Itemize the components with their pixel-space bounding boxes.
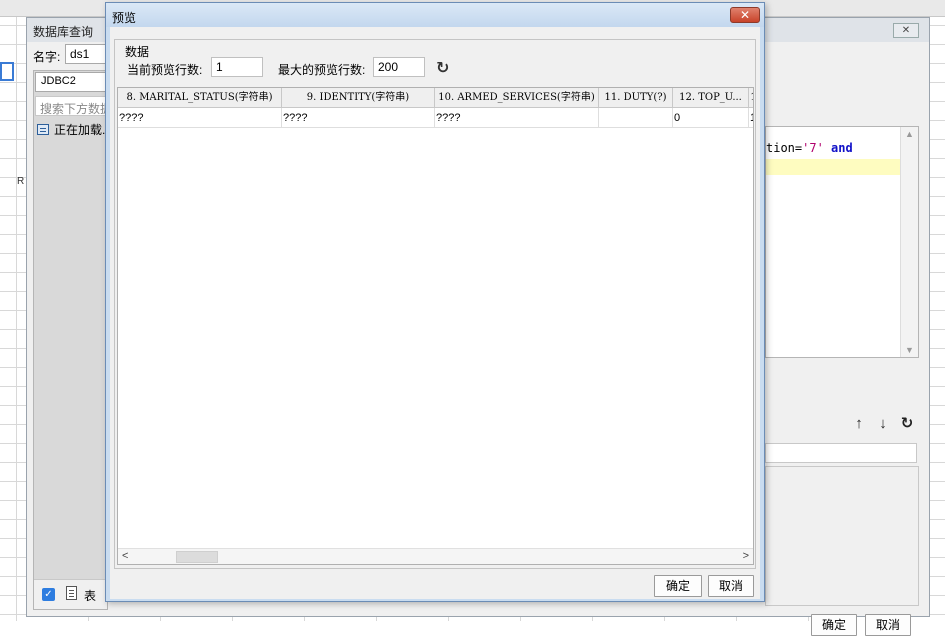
grid-header-row: 8. MARITAL_STATUS(字符串) 9. IDENTITY(字符串) … [118, 88, 753, 108]
db-ok-button[interactable]: 确定 [811, 614, 857, 636]
move-up-icon[interactable]: ↑ [847, 415, 871, 432]
column-header[interactable]: 8. MARITAL_STATUS(字符串) [118, 88, 282, 108]
column-header[interactable]: 9. IDENTITY(字符串) [282, 88, 435, 108]
table-cell[interactable]: 0 [673, 108, 749, 128]
database-query-close-button[interactable]: ✕ [893, 23, 919, 38]
table-cell[interactable] [599, 108, 673, 128]
parameter-table [765, 466, 919, 606]
sheet-stray-text: R [17, 176, 25, 187]
preview-ok-button[interactable]: 确定 [654, 575, 702, 597]
name-label: 名字: [33, 50, 61, 64]
scroll-down-icon[interactable]: ▼ [905, 345, 914, 355]
sql-current-line-highlight [766, 159, 900, 175]
table-list-icon [37, 124, 49, 135]
sql-text: tion= [766, 141, 803, 155]
refresh-icon[interactable]: ↻ [436, 58, 449, 78]
column-header[interactable]: 10. ARMED_SERVICES(字符串) [435, 88, 599, 108]
table-tree-panel: JDBC2 搜索下方数据 正在加载... ✓ 表 [33, 70, 108, 610]
preview-close-button[interactable]: ✕ [730, 7, 760, 23]
parameter-input[interactable] [765, 443, 917, 463]
refresh-parameters-icon[interactable]: ↻ [895, 414, 919, 432]
loading-item: 正在加载... [37, 121, 107, 138]
table-search-input[interactable]: 搜索下方数据 [35, 96, 107, 116]
table-filter-bar: ✓ 表 [34, 579, 107, 609]
scroll-right-icon[interactable]: > [743, 550, 749, 562]
column-header[interactable]: 11. DUTY(?) [599, 88, 673, 108]
sql-line: tion='7' and [766, 141, 853, 155]
scroll-left-icon[interactable]: < [122, 550, 128, 562]
scroll-up-icon[interactable]: ▲ [905, 129, 914, 139]
column-header[interactable]: 1 [749, 88, 753, 108]
table-cell[interactable]: ???? [435, 108, 599, 128]
column-header[interactable]: 12. TOP_U... [673, 88, 749, 108]
preview-cancel-button[interactable]: 取消 [708, 575, 754, 597]
sql-editor[interactable]: tion='7' and ▲ ▼ [765, 126, 919, 358]
table-row: ???? ???? ???? 0 1 [118, 108, 753, 128]
table-cell[interactable]: ???? [118, 108, 282, 128]
preview-title: 预览 [112, 11, 137, 25]
max-rows-label: 最大的预览行数: [278, 63, 366, 77]
preview-titlebar: 预览 ✕ [106, 3, 764, 27]
table-cell[interactable]: 1 [749, 108, 753, 128]
table-checkbox-label: 表 [84, 589, 97, 603]
sql-keyword: and [831, 141, 853, 155]
document-icon [66, 586, 77, 600]
database-query-title: 数据库查询 [33, 25, 94, 39]
scroll-thumb[interactable] [176, 551, 218, 563]
selected-cell[interactable] [0, 62, 14, 81]
current-rows-label: 当前预览行数: [127, 63, 203, 77]
parameter-toolbar: ↑ ↓ ↻ [847, 414, 919, 432]
move-down-icon[interactable]: ↓ [871, 415, 895, 432]
connection-select[interactable]: JDBC2 [35, 72, 107, 92]
preview-data-grid: 8. MARITAL_STATUS(字符串) 9. IDENTITY(字符串) … [117, 87, 754, 565]
current-rows-input[interactable]: 1 [211, 57, 263, 77]
preview-body: 数据 当前预览行数: 1 最大的预览行数: 200 ↻ 8. MARITAL_S… [110, 27, 760, 599]
db-cancel-button[interactable]: 取消 [865, 614, 911, 636]
max-rows-input[interactable]: 200 [373, 57, 425, 77]
sql-vertical-scrollbar[interactable]: ▲ ▼ [900, 127, 918, 357]
preview-dialog: 预览 ✕ 数据 当前预览行数: 1 最大的预览行数: 200 ↻ 8. MARI… [105, 2, 765, 602]
sql-string-literal: '7' [802, 141, 824, 155]
table-checkbox[interactable]: ✓ [42, 588, 55, 601]
data-group-label: 数据 [123, 43, 152, 60]
loading-label: 正在加载... [54, 123, 107, 137]
table-cell[interactable]: ???? [282, 108, 435, 128]
horizontal-scrollbar[interactable]: < > [118, 548, 753, 564]
